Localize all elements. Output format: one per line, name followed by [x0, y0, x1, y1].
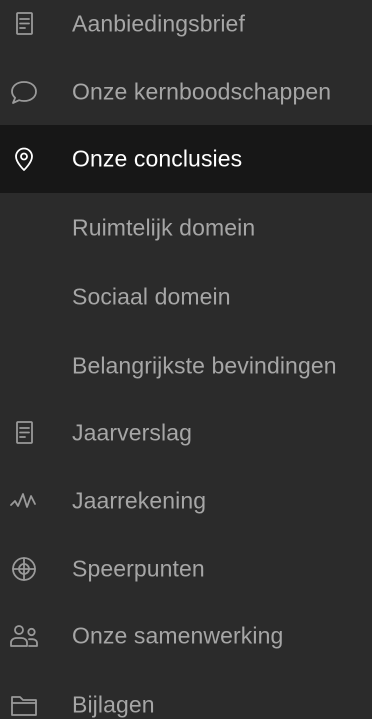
- pulse-icon: [8, 485, 40, 517]
- nav-subitem-ruimtelijk-domein[interactable]: Ruimtelijk domein: [0, 194, 372, 262]
- nav-item-bijlagen[interactable]: Bijlagen: [0, 671, 372, 719]
- document-icon: [8, 417, 40, 449]
- location-pin-icon: [8, 143, 40, 175]
- people-icon: [8, 620, 40, 652]
- nav-item-jaarrekening[interactable]: Jaarrekening: [0, 467, 372, 535]
- nav-subitem-belangrijkste-bevindingen[interactable]: Belangrijkste bevindingen: [0, 332, 372, 400]
- nav-item-label: Aanbiedingsbrief: [72, 10, 245, 37]
- nav-item-label: Sociaal domein: [72, 283, 231, 310]
- nav-item-onze-conclusies[interactable]: Onze conclusies: [0, 125, 372, 193]
- nav-item-label: Bijlagen: [72, 691, 155, 718]
- nav-item-aanbiedingsbrief[interactable]: Aanbiedingsbrief: [0, 0, 372, 58]
- speech-bubble-icon: [8, 76, 40, 108]
- nav-item-label: Jaarverslag: [72, 419, 192, 446]
- nav-item-onze-kernboodschappen[interactable]: Onze kernboodschappen: [0, 58, 372, 126]
- nav-item-jaarverslag[interactable]: Jaarverslag: [0, 399, 372, 467]
- crosshair-icon: [8, 553, 40, 585]
- nav-item-label: Speerpunten: [72, 555, 205, 582]
- nav-item-label: Ruimtelijk domein: [72, 214, 256, 241]
- nav-item-speerpunten[interactable]: Speerpunten: [0, 535, 372, 603]
- folder-icon: [8, 689, 40, 719]
- nav-item-label: Jaarrekening: [72, 487, 207, 514]
- nav-item-label: Onze kernboodschappen: [72, 78, 332, 105]
- nav-subitem-sociaal-domein[interactable]: Sociaal domein: [0, 263, 372, 331]
- nav-item-onze-samenwerking[interactable]: Onze samenwerking: [0, 602, 372, 670]
- nav-item-label: Onze samenwerking: [72, 622, 284, 649]
- document-icon: [8, 8, 40, 40]
- nav-item-label: Onze conclusies: [72, 145, 243, 172]
- sidebar-navigation: Aanbiedingsbrief Onze kernboodschappen O…: [0, 0, 372, 719]
- nav-item-label: Belangrijkste bevindingen: [72, 352, 337, 379]
